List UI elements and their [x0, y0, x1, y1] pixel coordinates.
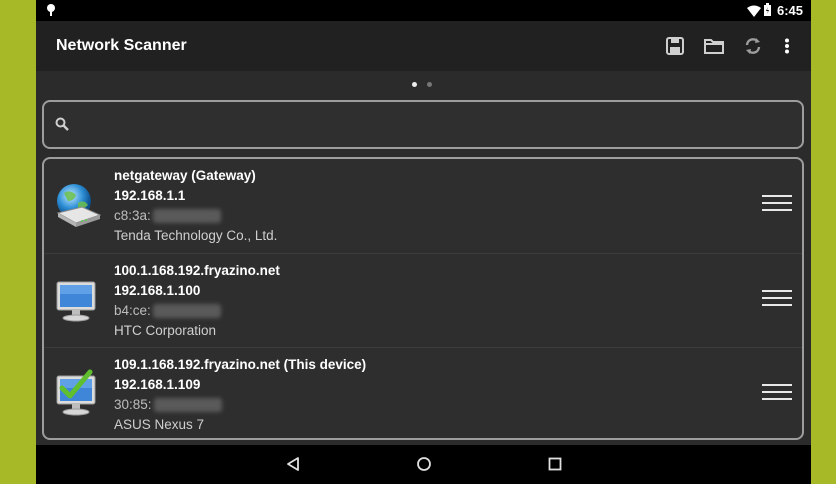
device-row-gateway[interactable]: netgateway (Gateway) 192.168.1.1 c8:3a: … [44, 159, 802, 253]
device-row-this-device[interactable]: 109.1.168.192.fryazino.net (This device)… [44, 347, 802, 438]
status-time: 6:45 [776, 3, 803, 18]
device-ip: 192.168.1.1 [114, 188, 186, 203]
device-vendor: Tenda Technology Co., Ltd. [114, 228, 278, 243]
page-dot[interactable] [427, 82, 432, 87]
device-vendor: ASUS Nexus 7 [114, 417, 205, 432]
device-name: netgateway (Gateway) [114, 168, 256, 183]
redacted-mac [152, 304, 221, 318]
gateway-router-icon [52, 179, 104, 231]
device-info: 109.1.168.192.fryazino.net (This device)… [114, 355, 366, 435]
search-box[interactable] [42, 100, 804, 149]
device-name: 100.1.168.192.fryazino.net [114, 263, 280, 278]
device-info: 100.1.168.192.fryazino.net 192.168.1.100… [114, 261, 280, 341]
notification-icon [46, 3, 56, 22]
device-ip: 192.168.1.100 [114, 283, 201, 298]
redacted-mac [153, 398, 222, 412]
recents-icon[interactable] [547, 456, 563, 477]
device-list: netgateway (Gateway) 192.168.1.1 c8:3a: … [42, 157, 804, 440]
device-row[interactable]: 100.1.168.192.fryazino.net 192.168.1.100… [44, 253, 802, 348]
search-input[interactable] [84, 112, 788, 140]
this-device-monitor-icon [52, 368, 104, 420]
device-mac-prefix: b4:ce: [114, 303, 151, 318]
device-mac: c8:3a: [114, 206, 277, 226]
navigation-bar [36, 445, 811, 484]
page-dot-active[interactable] [412, 82, 417, 87]
drag-handle-icon[interactable] [762, 290, 792, 308]
computer-monitor-icon [52, 274, 104, 326]
device-mac-prefix: 30:85: [114, 397, 152, 412]
device-name: 109.1.168.192.fryazino.net (This device) [114, 357, 367, 372]
search-icon [55, 117, 69, 136]
redacted-mac [152, 209, 221, 223]
page-indicator [412, 82, 432, 87]
tablet-screen: 6:45 Network Scanner netgateway (Gateway… [36, 0, 811, 484]
home-icon[interactable] [416, 456, 432, 477]
drag-handle-icon[interactable] [762, 384, 792, 402]
action-bar: Network Scanner [36, 21, 811, 71]
drag-handle-icon[interactable] [762, 195, 792, 213]
device-vendor: HTC Corporation [114, 323, 217, 338]
save-icon[interactable] [663, 34, 687, 58]
device-mac: b4:ce: [114, 301, 280, 321]
refresh-icon[interactable] [741, 34, 765, 58]
device-ip: 192.168.1.109 [114, 377, 201, 392]
content-area: netgateway (Gateway) 192.168.1.1 c8:3a: … [36, 71, 811, 445]
app-title: Network Scanner [56, 37, 187, 54]
wifi-icon [747, 4, 761, 22]
battery-icon [764, 3, 771, 21]
device-mac-prefix: c8:3a: [114, 208, 151, 223]
back-icon[interactable] [285, 456, 301, 477]
device-mac: 30:85: [114, 395, 366, 415]
folder-icon[interactable] [702, 34, 726, 58]
status-bar: 6:45 [36, 0, 811, 21]
overflow-menu-icon[interactable] [775, 34, 799, 58]
device-info: netgateway (Gateway) 192.168.1.1 c8:3a: … [114, 166, 277, 246]
